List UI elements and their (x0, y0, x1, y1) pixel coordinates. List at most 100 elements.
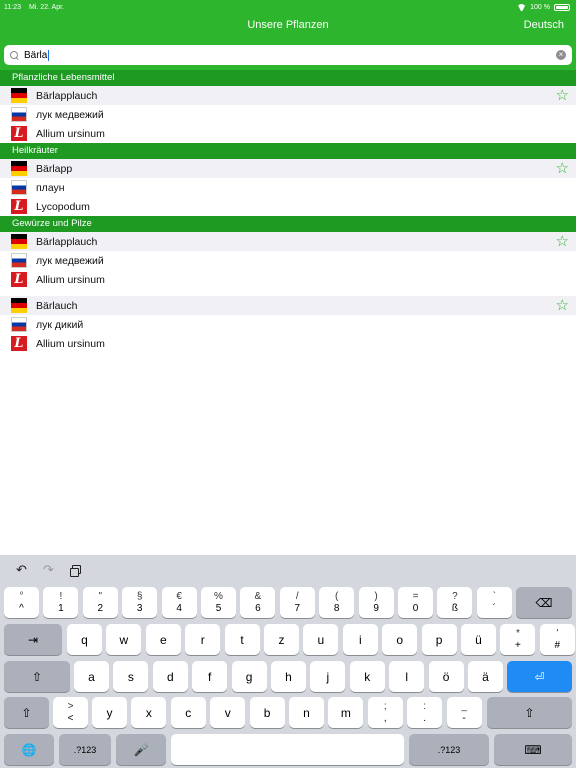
key-letter[interactable]: h (271, 661, 306, 692)
numbers-key-left[interactable]: .?123 (59, 734, 111, 765)
key-symbol[interactable]: ° ^ (4, 587, 39, 618)
favorite-star-icon[interactable]: ☆ (556, 160, 569, 177)
favorite-star-icon[interactable]: ☆ (556, 87, 569, 104)
key-symbol[interactable]: " 2 (82, 587, 118, 618)
key-symbol[interactable]: % 5 (201, 587, 236, 618)
key-letter[interactable]: u (303, 624, 339, 655)
key-symbol[interactable]: § 3 (122, 587, 158, 618)
key-letter[interactable]: j (310, 661, 346, 692)
key-bottom-symbol: 3 (136, 602, 143, 614)
list-item[interactable]: L Allium ursinum (0, 270, 576, 289)
plant-name-ru: плаун (36, 181, 65, 194)
key-symbol[interactable]: ` ´ (476, 587, 512, 618)
key-letter[interactable]: p (421, 624, 457, 655)
key-symbol[interactable]: _ - (446, 697, 482, 728)
list-item[interactable]: лук медвежий (0, 105, 576, 124)
section-header: Heilkräuter (0, 143, 576, 159)
undo-icon[interactable]: ↶ (16, 562, 27, 578)
key-bottom-symbol: 9 (373, 602, 379, 614)
russian-flag-icon (11, 180, 27, 195)
key-bottom-symbol: 8 (333, 602, 340, 614)
redo-icon[interactable]: ↷ (43, 562, 54, 578)
list-item[interactable]: лук медвежий (0, 251, 576, 270)
on-screen-keyboard: ↶ ↷ ° ^! 1 " 2 § 3 €4% 5 & 6/7(8) 9 = 0? ß ` ´ ⌫ ⇥ q w e r t z u i… (0, 555, 576, 768)
key-letter[interactable]: k (349, 661, 385, 692)
key-letter[interactable]: ä (468, 661, 503, 692)
key-symbol[interactable]: & 6 (240, 587, 276, 618)
list-item[interactable]: Bärlapplauch ☆ (0, 232, 576, 251)
key-letter[interactable]: w (106, 624, 142, 655)
numbers-key-right[interactable]: .?123 (409, 734, 489, 765)
key-symbol[interactable]: > < (53, 697, 88, 728)
key-letter[interactable]: c (170, 697, 206, 728)
key-symbol[interactable]: €4 (161, 587, 197, 618)
favorite-star-icon[interactable]: ☆ (556, 297, 569, 314)
search-input[interactable]: Bärla × (4, 45, 572, 65)
key-bottom-symbol: 6 (255, 602, 261, 614)
key-letter[interactable]: e (145, 624, 181, 655)
list-item[interactable]: плаун (0, 178, 576, 197)
key-letter[interactable]: x (131, 697, 167, 728)
key-symbol[interactable]: = 0 (398, 587, 433, 618)
key-letter[interactable]: d (152, 661, 188, 692)
return-key[interactable]: ⏎ (507, 661, 572, 692)
microphone-key[interactable]: 🎤 (116, 734, 166, 765)
key-top-symbol: _ (461, 700, 467, 712)
key-letter[interactable]: m (328, 697, 364, 728)
list-item[interactable]: Bärlapp ☆ (0, 159, 576, 178)
key-letter[interactable]: r (185, 624, 221, 655)
key-letter[interactable]: ö (428, 661, 464, 692)
list-item[interactable]: Bärlauch ☆ (0, 296, 576, 315)
key-letter[interactable]: s (113, 661, 149, 692)
key-symbol[interactable]: ' # (539, 624, 575, 655)
copy-icon[interactable] (69, 565, 81, 577)
key-symbol[interactable]: * + (500, 624, 536, 655)
space-key[interactable] (171, 734, 404, 765)
key-letter[interactable]: g (231, 661, 267, 692)
key-bottom-symbol: . (423, 712, 427, 724)
backspace-key[interactable]: ⌫ (516, 587, 572, 618)
key-symbol[interactable]: (8 (319, 587, 355, 618)
list-item[interactable]: Bärlapplauch ☆ (0, 86, 576, 105)
key-top-symbol: ` (492, 590, 496, 602)
key-letter[interactable]: v (210, 697, 246, 728)
key-letter[interactable]: y (92, 697, 127, 728)
hide-keyboard-key[interactable]: ⌨ (494, 734, 572, 765)
key-symbol[interactable]: ! 1 (43, 587, 79, 618)
key-letter[interactable]: n (289, 697, 324, 728)
key-bottom-symbol: 0 (412, 602, 419, 614)
key-symbol[interactable]: :. (407, 697, 443, 728)
key-letter[interactable]: b (249, 697, 285, 728)
key-top-symbol: " (98, 590, 103, 602)
key-top-symbol: ° (19, 590, 24, 602)
list-item[interactable]: лук дикий (0, 315, 576, 334)
list-item[interactable]: L Allium ursinum (0, 124, 576, 143)
key-symbol[interactable]: /7 (279, 587, 315, 618)
status-time: 11:23 (4, 3, 21, 11)
key-letter[interactable]: q (67, 624, 102, 655)
globe-key[interactable]: 🌐 (4, 734, 54, 765)
key-top-symbol: : (423, 700, 427, 712)
caps-shift-key[interactable]: ⇧ (4, 661, 70, 692)
key-letter[interactable]: l (389, 661, 425, 692)
key-symbol[interactable]: ) 9 (358, 587, 394, 618)
key-symbol[interactable]: ;, (367, 697, 403, 728)
key-letter[interactable]: ü (461, 624, 496, 655)
key-letter[interactable]: a (74, 661, 109, 692)
key-letter[interactable]: t (224, 624, 260, 655)
list-item[interactable]: L Allium ursinum (0, 334, 576, 353)
left-shift-key[interactable]: ⇧ (4, 697, 49, 728)
plant-name-de: Bärlauch (36, 299, 78, 312)
key-letter[interactable]: o (382, 624, 418, 655)
key-letter[interactable]: f (192, 661, 228, 692)
list-item[interactable]: L Lycopodum (0, 197, 576, 216)
plant-name-ru: лук дикий (36, 318, 84, 331)
clear-icon[interactable]: × (556, 50, 566, 60)
key-symbol[interactable]: ? ß (437, 587, 473, 618)
key-letter[interactable]: i (342, 624, 378, 655)
tab-key[interactable]: ⇥ (4, 624, 62, 655)
right-shift-key[interactable]: ⇧ (487, 697, 572, 728)
favorite-star-icon[interactable]: ☆ (556, 233, 569, 250)
key-letter[interactable]: z (264, 624, 299, 655)
language-button[interactable]: Deutsch (524, 19, 564, 31)
